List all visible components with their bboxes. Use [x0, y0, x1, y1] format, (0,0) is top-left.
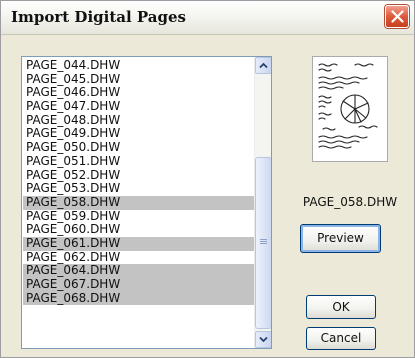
file-listbox[interactable]: PAGE_044.DHW PAGE_045.DHW PAGE_046.DHW PAGE… [21, 56, 272, 349]
file-list-items: PAGE_044.DHW PAGE_045.DHW PAGE_046.DHW PAGE… [23, 58, 254, 306]
file-list-item[interactable]: PAGE_046.DHW [23, 86, 254, 100]
chevron-down-icon [259, 336, 268, 343]
scroll-down-button[interactable] [255, 331, 271, 348]
thumb-grip [260, 241, 267, 242]
preview-button[interactable]: Preview [300, 224, 381, 253]
file-list-item[interactable]: PAGE_062.DHW [23, 250, 254, 265]
file-list-item[interactable]: PAGE_048.DHW [23, 113, 254, 128]
thumb-grip [260, 243, 267, 244]
file-list-item[interactable]: PAGE_050.DHW [23, 140, 254, 155]
import-digital-pages-dialog: Import Digital Pages PAGE_044.DHW PAGE_04… [0, 0, 415, 358]
file-list-item[interactable]: PAGE_045.DHW [23, 72, 254, 87]
file-list-item[interactable]: PAGE_059.DHW [23, 209, 254, 224]
file-list-item[interactable]: PAGE_058.DHW [23, 195, 254, 210]
thumb-grip [260, 239, 267, 240]
file-list-item[interactable]: PAGE_068.DHW [23, 291, 254, 306]
dialog-title: Import Digital Pages [11, 8, 186, 26]
file-list-item[interactable]: PAGE_064.DHW [23, 264, 254, 278]
chevron-up-icon [259, 62, 268, 69]
cancel-button[interactable]: Cancel [306, 327, 376, 350]
file-list-item[interactable]: PAGE_051.DHW [23, 154, 254, 169]
vertical-scrollbar[interactable] [254, 57, 271, 348]
page-preview-thumbnail [312, 56, 388, 162]
close-button[interactable] [385, 5, 409, 28]
preview-filename: PAGE_058.DHW [302, 195, 398, 209]
file-list-item[interactable]: PAGE_044.DHW [23, 58, 254, 73]
file-list-item[interactable]: PAGE_047.DHW [23, 99, 254, 114]
ok-button[interactable]: OK [306, 295, 376, 319]
close-icon [391, 10, 404, 23]
file-list-item[interactable]: PAGE_067.DHW [23, 277, 254, 292]
file-list-item[interactable]: PAGE_061.DHW [23, 236, 254, 251]
title-bar[interactable]: Import Digital Pages [1, 1, 414, 35]
file-list-item[interactable]: PAGE_049.DHW [23, 127, 254, 141]
handwritten-page-thumbnail-icon [318, 63, 378, 149]
file-list-item[interactable]: PAGE_060.DHW [23, 223, 254, 237]
scroll-thumb[interactable] [255, 157, 271, 329]
scroll-up-button[interactable] [255, 57, 271, 74]
file-list-item[interactable]: PAGE_052.DHW [23, 168, 254, 183]
file-list-item[interactable]: PAGE_053.DHW [23, 181, 254, 196]
